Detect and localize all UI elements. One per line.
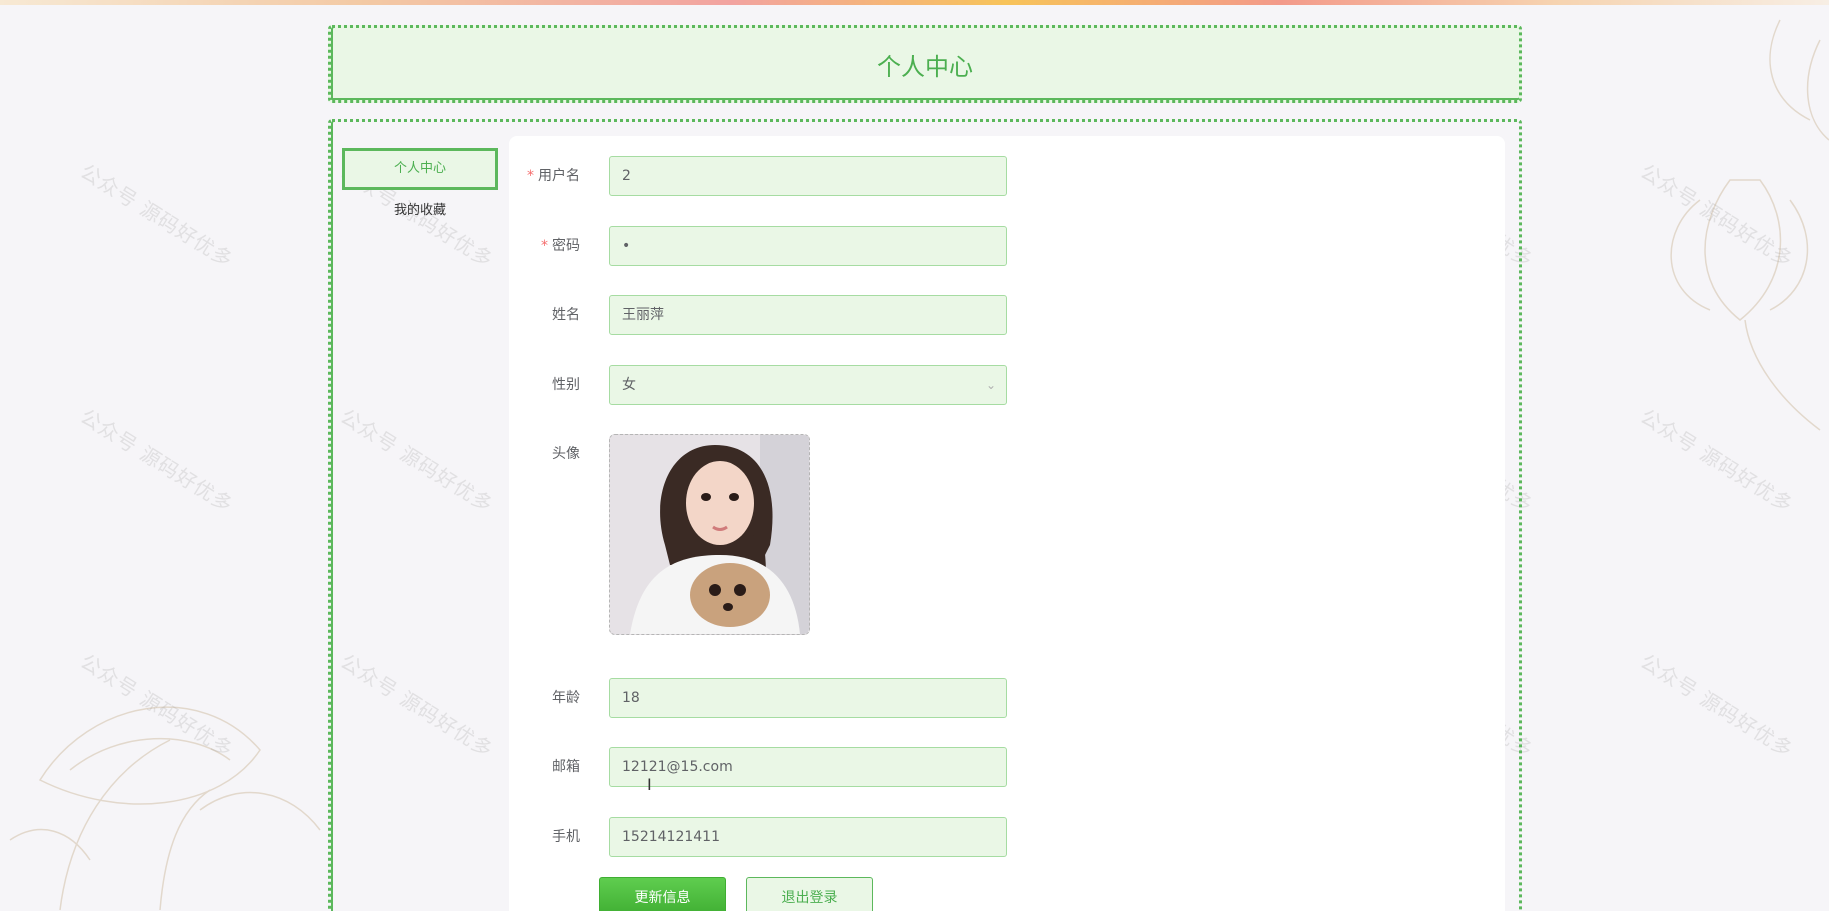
- password-input[interactable]: •: [609, 226, 1007, 266]
- phone-label: 手机: [552, 829, 580, 845]
- gender-select[interactable]: 女 ⌄: [609, 365, 1007, 405]
- sidebar-item-favorites[interactable]: 我的收藏: [342, 190, 498, 232]
- text-cursor-icon: I: [647, 775, 652, 794]
- top-decorative-strip: [0, 0, 1829, 5]
- form-row-phone: 手机 15214121411: [520, 817, 1007, 857]
- logout-button[interactable]: 退出登录: [746, 877, 873, 911]
- name-input[interactable]: 王丽萍: [609, 295, 1007, 335]
- form-row-gender: 性别 女 ⌄: [520, 365, 1007, 405]
- email-input[interactable]: 12121@15.com: [609, 747, 1007, 787]
- update-info-button[interactable]: 更新信息: [599, 877, 726, 911]
- sidebar-menu: 个人中心 我的收藏: [342, 148, 498, 232]
- page-title-bar: 个人中心: [328, 25, 1522, 103]
- avatar-upload[interactable]: [609, 434, 810, 635]
- watermark-text: 公众号 源码好优多: [1636, 404, 1798, 518]
- page-title: 个人中心: [877, 52, 973, 81]
- username-input[interactable]: 2: [609, 156, 1007, 196]
- watermark-text: 公众号 源码好优多: [76, 159, 238, 273]
- gender-label: 性别: [552, 377, 580, 393]
- age-input[interactable]: 18: [609, 678, 1007, 718]
- watermark-text: 公众号 源码好优多: [76, 404, 238, 518]
- background-lotus-right: [1670, 19, 1829, 431]
- form-row-email: 邮箱 12121@15.com: [520, 747, 1007, 787]
- password-label: * 密码: [541, 238, 580, 254]
- gender-select-value: 女: [622, 377, 636, 393]
- form-row-password: * 密码 •: [520, 226, 1007, 266]
- form-row-username: * 用户名 2: [520, 156, 1007, 196]
- form-row-age: 年龄 18: [520, 678, 1007, 718]
- watermark-text: 公众号 源码好优多: [1636, 159, 1798, 273]
- username-label: * 用户名: [527, 168, 580, 184]
- watermark-text: 公众号 源码好优多: [76, 649, 238, 763]
- avatar-image: [610, 435, 809, 634]
- avatar-label: 头像: [552, 446, 580, 462]
- background-lotus-left: [9, 706, 321, 911]
- age-label: 年龄: [552, 690, 580, 706]
- phone-input[interactable]: 15214121411: [609, 817, 1007, 857]
- chevron-down-icon: ⌄: [985, 378, 996, 392]
- form-row-name: 姓名 王丽萍: [520, 295, 1007, 335]
- email-label: 邮箱: [552, 759, 580, 775]
- name-label: 姓名: [552, 307, 580, 323]
- watermark-text: 公众号 源码好优多: [1636, 649, 1798, 763]
- sidebar-item-profile[interactable]: 个人中心: [342, 148, 498, 190]
